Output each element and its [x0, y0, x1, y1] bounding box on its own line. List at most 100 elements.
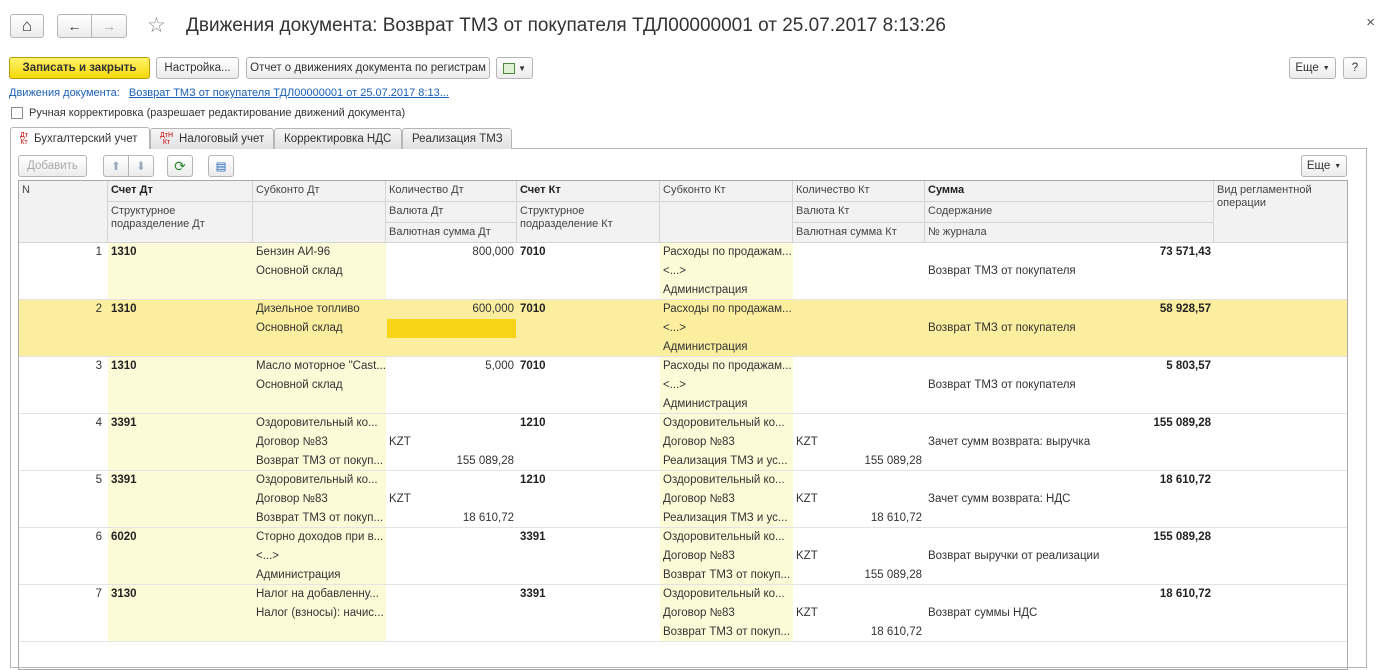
qty-dt-cell[interactable]: 600,000: [386, 300, 517, 319]
col-account-dt[interactable]: Счет Дт: [108, 181, 253, 202]
subconto-dt-cell[interactable]: Налог (взносы): начис...: [253, 604, 386, 623]
output-list-button[interactable]: ▤: [208, 155, 234, 177]
qty-dt-cell[interactable]: KZT: [386, 490, 517, 509]
table-more-menu-button[interactable]: Еще ▼: [1301, 155, 1347, 177]
qty-dt-cell[interactable]: [386, 585, 517, 604]
help-button[interactable]: ?: [1343, 57, 1367, 79]
table-row[interactable]: 6 6020 3391 Сторно доходов при в... Оздорови…: [19, 528, 1347, 585]
col-currency-kt[interactable]: Валюта Кт: [793, 202, 925, 223]
subconto-kt-cell[interactable]: <...>: [660, 319, 793, 338]
qty-kt-cell[interactable]: 155 089,28: [793, 452, 925, 471]
qty-kt-cell[interactable]: [793, 243, 925, 262]
col-subconto-dt[interactable]: Субконто Дт: [253, 181, 386, 202]
subconto-kt-cell[interactable]: Договор №83: [660, 490, 793, 509]
col-qty-kt[interactable]: Количество Кт: [793, 181, 925, 202]
col-currency-dt[interactable]: Валюта Дт: [386, 202, 517, 223]
content-cell[interactable]: Возврат ТМЗ от покупателя: [925, 262, 1214, 281]
journal-cell[interactable]: [925, 623, 1214, 642]
qty-dt-cell[interactable]: [386, 281, 517, 300]
row-number[interactable]: 4: [19, 414, 105, 433]
tab-accounting[interactable]: Дт Кт Бухгалтерский учет: [10, 127, 150, 149]
qty-kt-cell[interactable]: 18 610,72: [793, 509, 925, 528]
sum-cell[interactable]: 5 803,57: [925, 357, 1214, 376]
account-dt-cell[interactable]: 3391: [108, 471, 253, 490]
account-kt-cell[interactable]: 3391: [517, 585, 660, 604]
subconto-kt-cell[interactable]: Администрация: [660, 338, 793, 357]
account-kt-cell[interactable]: 7010: [517, 300, 660, 319]
table-row[interactable]: 2 1310 7010 Дизельное топливо 600,000 Расходы…: [19, 300, 1347, 357]
col-operation[interactable]: Вид регламентной операции: [1214, 181, 1347, 243]
save-and-close-button[interactable]: Записать и закрыть: [9, 57, 150, 79]
qty-kt-cell[interactable]: [793, 376, 925, 395]
subconto-kt-cell[interactable]: Администрация: [660, 281, 793, 300]
qty-dt-cell[interactable]: [386, 376, 517, 395]
row-number[interactable]: 1: [19, 243, 105, 262]
tab-tmz-sale[interactable]: Реализация ТМЗ: [402, 128, 512, 149]
row-number[interactable]: 3: [19, 357, 105, 376]
col-subconto-kt[interactable]: Субконто Кт: [660, 181, 793, 202]
col-content[interactable]: Содержание: [925, 202, 1214, 223]
col-dept-kt[interactable]: Структурное подразделение Кт: [517, 202, 660, 243]
subconto-kt-cell[interactable]: Договор №83: [660, 547, 793, 566]
account-dt-cell[interactable]: 3130: [108, 585, 253, 604]
subconto-dt-cell[interactable]: Оздоровительный ко...: [253, 414, 386, 433]
qty-kt-cell[interactable]: [793, 414, 925, 433]
sum-cell[interactable]: 18 610,72: [925, 471, 1214, 490]
qty-dt-cell[interactable]: 800,000: [386, 243, 517, 262]
subconto-kt-cell[interactable]: Расходы по продажам...: [660, 300, 793, 319]
subconto-dt-cell[interactable]: Оздоровительный ко...: [253, 471, 386, 490]
more-menu-button[interactable]: Еще ▼: [1289, 57, 1336, 79]
qty-kt-cell[interactable]: [793, 357, 925, 376]
account-kt-cell[interactable]: 7010: [517, 357, 660, 376]
col-n[interactable]: N: [19, 181, 108, 243]
subconto-kt-cell[interactable]: Расходы по продажам...: [660, 357, 793, 376]
qty-dt-cell[interactable]: [386, 547, 517, 566]
subconto-kt-cell[interactable]: Оздоровительный ко...: [660, 528, 793, 547]
col-cur-sum-dt[interactable]: Валютная сумма Дт: [386, 223, 517, 243]
content-cell[interactable]: Возврат ТМЗ от покупателя: [925, 319, 1214, 338]
export-menu-button[interactable]: ▼: [496, 57, 533, 79]
qty-kt-cell[interactable]: [793, 585, 925, 604]
qty-dt-cell[interactable]: 18 610,72: [386, 509, 517, 528]
close-icon[interactable]: ×: [1366, 14, 1375, 31]
sum-cell[interactable]: 155 089,28: [925, 414, 1214, 433]
qty-kt-cell[interactable]: KZT: [793, 490, 925, 509]
manual-correction-checkbox[interactable]: [11, 107, 23, 119]
account-kt-cell[interactable]: 1210: [517, 471, 660, 490]
qty-kt-cell[interactable]: KZT: [793, 604, 925, 623]
subconto-kt-cell[interactable]: Возврат ТМЗ от покуп...: [660, 566, 793, 585]
subconto-kt-cell[interactable]: Оздоровительный ко...: [660, 471, 793, 490]
qty-kt-cell[interactable]: KZT: [793, 547, 925, 566]
qty-dt-cell[interactable]: [386, 319, 517, 338]
tab-vat-correction[interactable]: Корректировка НДС: [274, 128, 402, 149]
content-cell[interactable]: Возврат ТМЗ от покупателя: [925, 376, 1214, 395]
subconto-dt-cell[interactable]: Администрация: [253, 566, 386, 585]
col-account-kt[interactable]: Счет Кт: [517, 181, 660, 202]
qty-kt-cell[interactable]: [793, 395, 925, 414]
qty-dt-cell[interactable]: 155 089,28: [386, 452, 517, 471]
add-row-button[interactable]: Добавить: [18, 155, 87, 177]
subconto-kt-cell[interactable]: Реализация ТМЗ и ус...: [660, 509, 793, 528]
move-down-button[interactable]: ⬇: [128, 155, 154, 177]
qty-kt-cell[interactable]: [793, 319, 925, 338]
qty-kt-cell[interactable]: [793, 338, 925, 357]
row-number[interactable]: 6: [19, 528, 105, 547]
favorite-star-icon[interactable]: ☆: [147, 13, 166, 38]
col-cur-sum-kt[interactable]: Валютная сумма Кт: [793, 223, 925, 243]
subconto-kt-cell[interactable]: Администрация: [660, 395, 793, 414]
subconto-dt-cell[interactable]: Дизельное топливо: [253, 300, 386, 319]
col-sum[interactable]: Сумма: [925, 181, 1214, 202]
subconto-dt-cell[interactable]: [253, 281, 386, 300]
qty-dt-cell[interactable]: [386, 262, 517, 281]
journal-cell[interactable]: [925, 509, 1214, 528]
col-qty-dt[interactable]: Количество Дт: [386, 181, 517, 202]
subconto-dt-cell[interactable]: Бензин АИ-96: [253, 243, 386, 262]
qty-dt-cell[interactable]: [386, 604, 517, 623]
table-row[interactable]: 1 1310 7010 Бензин АИ-96 800,000 Расходы по п…: [19, 243, 1347, 300]
table-row[interactable]: 4 3391 1210 Оздоровительный ко... Оздоровите…: [19, 414, 1347, 471]
subconto-kt-cell[interactable]: Возврат ТМЗ от покуп...: [660, 623, 793, 642]
subconto-dt-cell[interactable]: <...>: [253, 547, 386, 566]
sum-cell[interactable]: 155 089,28: [925, 528, 1214, 547]
subconto-dt-cell[interactable]: Основной склад: [253, 262, 386, 281]
account-dt-cell[interactable]: 1310: [108, 300, 253, 319]
